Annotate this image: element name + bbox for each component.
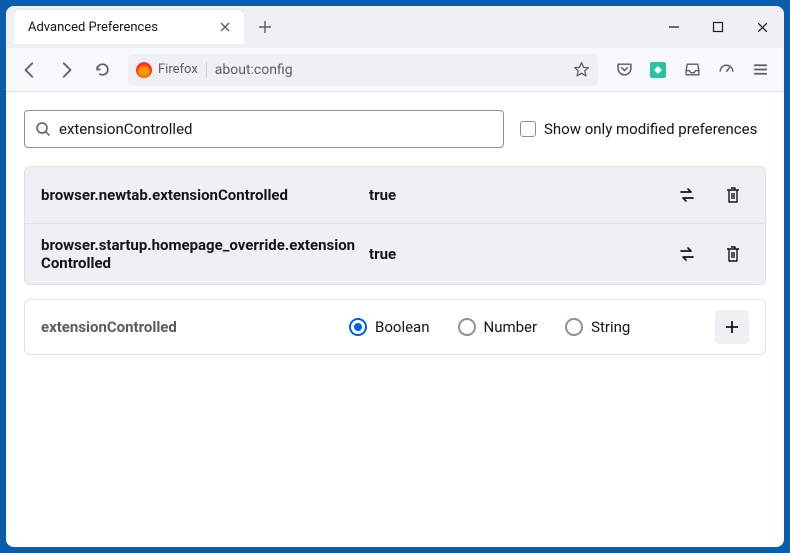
pref-actions xyxy=(671,179,749,211)
search-box[interactable] xyxy=(24,110,504,148)
delete-icon[interactable] xyxy=(717,179,749,211)
active-tab[interactable]: Advanced Preferences xyxy=(14,10,244,44)
forward-button[interactable] xyxy=(50,54,82,86)
search-row: Show only modified preferences xyxy=(24,110,766,148)
maximize-button[interactable] xyxy=(696,6,740,48)
radio-label: Number xyxy=(484,318,538,336)
tab-title: Advanced Preferences xyxy=(28,20,208,35)
add-pref-name: extensionControlled xyxy=(41,318,349,336)
pref-name: browser.startup.homepage_override.extens… xyxy=(41,236,361,272)
pref-name: browser.newtab.extensionControlled xyxy=(41,186,361,204)
identity-box[interactable]: Firefox xyxy=(136,62,207,78)
about-config-content: Show only modified preferences browser.n… xyxy=(6,92,784,547)
search-icon xyxy=(35,121,51,137)
add-button[interactable] xyxy=(715,310,749,344)
url-text: about:config xyxy=(215,62,565,78)
browser-window: Advanced Preferences xyxy=(6,6,784,547)
toggle-icon[interactable] xyxy=(671,238,703,270)
radio-label: String xyxy=(591,318,630,336)
pref-value: true xyxy=(361,245,671,263)
radio-number[interactable]: Number xyxy=(458,318,538,336)
type-radio-group: Boolean Number String xyxy=(349,318,715,336)
show-modified-checkbox[interactable] xyxy=(520,121,536,137)
titlebar: Advanced Preferences xyxy=(6,6,784,48)
identity-label: Firefox xyxy=(158,62,198,77)
close-tab-icon[interactable] xyxy=(216,18,234,36)
bookmark-star-icon[interactable] xyxy=(573,61,590,78)
radio-icon xyxy=(458,318,476,336)
back-button[interactable] xyxy=(14,54,46,86)
navbar: Firefox about:config xyxy=(6,48,784,92)
delete-icon[interactable] xyxy=(717,238,749,270)
radio-string[interactable]: String xyxy=(565,318,630,336)
search-input[interactable] xyxy=(59,120,493,138)
menu-icon[interactable] xyxy=(744,54,776,86)
pref-table: browser.newtab.extensionControlled true … xyxy=(24,166,766,285)
toolbar-right xyxy=(608,54,776,86)
pref-value: true xyxy=(361,186,671,204)
dashboard-icon[interactable] xyxy=(710,54,742,86)
window-controls xyxy=(652,6,784,48)
radio-icon xyxy=(565,318,583,336)
show-modified-checkbox-row[interactable]: Show only modified preferences xyxy=(520,120,757,138)
radio-label: Boolean xyxy=(375,318,430,336)
firefox-icon xyxy=(136,62,152,78)
radio-icon xyxy=(349,318,367,336)
radio-boolean[interactable]: Boolean xyxy=(349,318,430,336)
add-pref-row: extensionControlled Boolean Number Strin… xyxy=(24,299,766,355)
close-window-button[interactable] xyxy=(740,6,784,48)
table-row: browser.startup.homepage_override.extens… xyxy=(25,224,765,284)
plus-icon xyxy=(724,319,740,335)
toggle-icon[interactable] xyxy=(671,179,703,211)
show-modified-label: Show only modified preferences xyxy=(544,120,757,138)
inbox-icon[interactable] xyxy=(676,54,708,86)
url-bar[interactable]: Firefox about:config xyxy=(128,54,598,86)
minimize-button[interactable] xyxy=(652,6,696,48)
new-tab-button[interactable] xyxy=(250,12,280,42)
reload-button[interactable] xyxy=(86,54,118,86)
pocket-icon[interactable] xyxy=(608,54,640,86)
table-row: browser.newtab.extensionControlled true xyxy=(25,167,765,224)
extension-icon[interactable] xyxy=(642,54,674,86)
pref-actions xyxy=(671,238,749,270)
